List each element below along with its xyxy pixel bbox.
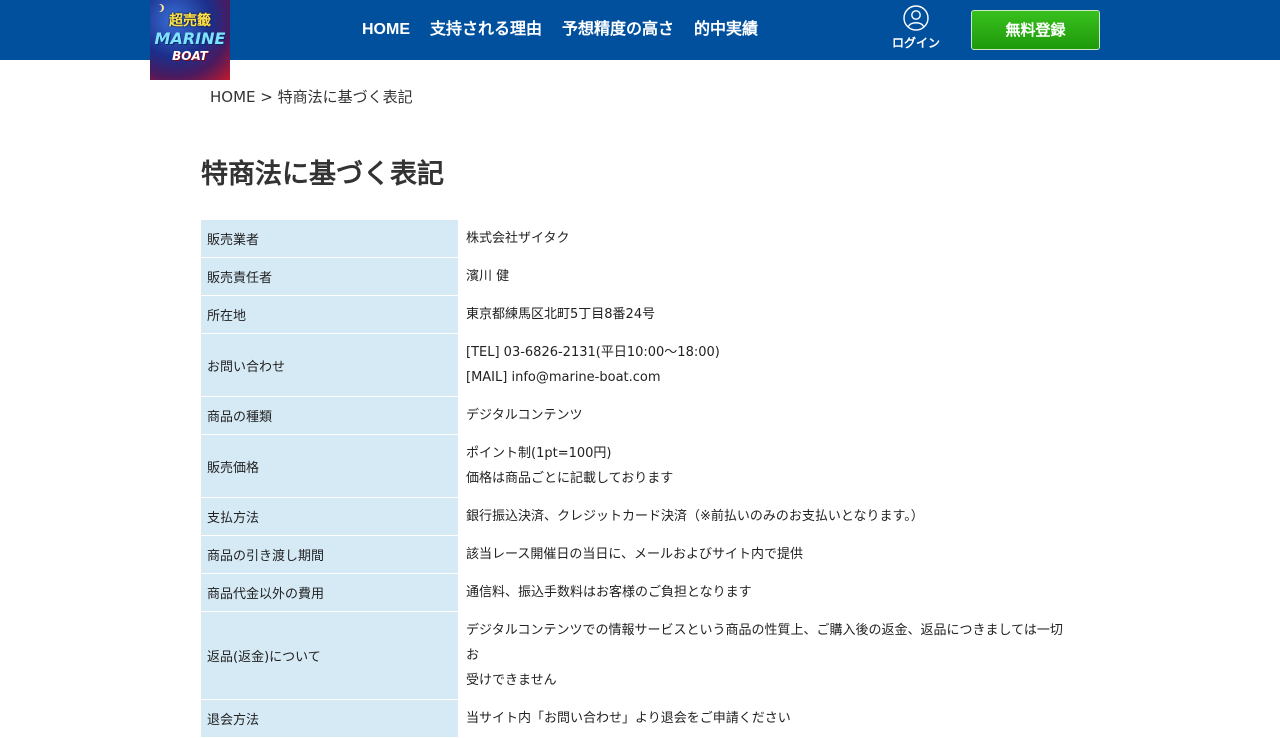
row-value: 濱川 健 bbox=[459, 257, 1078, 296]
row-value-line: [TEL] 03-6826-2131(平日10:00〜18:00) bbox=[466, 345, 720, 360]
row-value-line: 株式会社ザイタク bbox=[466, 231, 570, 246]
breadcrumb-separator: > bbox=[260, 88, 273, 106]
row-label: 所在地 bbox=[201, 295, 460, 334]
row-value-line: 価格は商品ごとに記載しております bbox=[466, 471, 674, 486]
row-label: 販売業者 bbox=[201, 220, 460, 258]
table-row: 販売責任者 濱川 健 bbox=[201, 257, 1078, 296]
row-value-line: 該当レース開催日の当日に、メールおよびサイト内で提供 bbox=[466, 547, 803, 562]
table-row: 販売価格 ポイント制(1pt=100円) 価格は商品ごとに記載しております bbox=[201, 434, 1078, 498]
row-value: 株式会社ザイタク bbox=[459, 220, 1078, 258]
row-value-line: デジタルコンテンツ bbox=[466, 408, 583, 423]
row-value: ポイント制(1pt=100円) 価格は商品ごとに記載しております bbox=[459, 434, 1078, 498]
row-label: お問い合わせ bbox=[201, 333, 460, 397]
nav-reasons[interactable]: 支持される理由 bbox=[420, 19, 552, 41]
row-value-line: 当サイト内「お問い合わせ」より退会をご申請ください bbox=[466, 711, 791, 726]
row-label: 販売責任者 bbox=[201, 257, 460, 296]
commerce-law-table: 販売業者 株式会社ザイタク 販売責任者 濱川 健所在地 東京都練馬区北町5丁目8番24号… bbox=[201, 220, 1078, 738]
row-value: 該当レース開催日の当日に、メールおよびサイト内で提供 bbox=[459, 535, 1078, 574]
table-row: 商品代金以外の費用 通信料、振込手数料はお客様のご負担となります bbox=[201, 573, 1078, 612]
row-value-line: [MAIL] info@marine-boat.com bbox=[466, 370, 661, 385]
site-header: 超売籤 MARINE BOAT HOME 支持される理由 予想精度の高さ 的中実… bbox=[0, 0, 1280, 80]
nav-home[interactable]: HOME bbox=[352, 19, 420, 41]
breadcrumb: HOME > 特商法に基づく表記 bbox=[210, 86, 413, 107]
row-value-line: 東京都練馬区北町5丁目8番24号 bbox=[466, 307, 656, 322]
row-value-line: ポイント制(1pt=100円) bbox=[466, 446, 612, 461]
page-title: 特商法に基づく表記 bbox=[201, 159, 444, 190]
row-label: 商品代金以外の費用 bbox=[201, 573, 460, 612]
table-row: 退会方法 当サイト内「お問い合わせ」より退会をご申請ください bbox=[201, 699, 1078, 738]
row-value: 東京都練馬区北町5丁目8番24号 bbox=[459, 295, 1078, 334]
table-row: 商品の引き渡し期間 該当レース開催日の当日に、メールおよびサイト内で提供 bbox=[201, 535, 1078, 574]
user-icon bbox=[903, 5, 929, 31]
table-row: 所在地 東京都練馬区北町5丁目8番24号 bbox=[201, 295, 1078, 334]
row-label: 支払方法 bbox=[201, 497, 460, 536]
row-value-line: 銀行振込決済、クレジットカード決済（※前払いのみのお支払いとなります。） bbox=[466, 509, 924, 524]
row-label: 商品の引き渡し期間 bbox=[201, 535, 460, 574]
site-logo[interactable]: 超売籤 MARINE BOAT bbox=[150, 0, 230, 80]
row-value: [TEL] 03-6826-2131(平日10:00〜18:00) [MAIL] … bbox=[459, 333, 1078, 397]
breadcrumb-current: 特商法に基づく表記 bbox=[277, 88, 413, 106]
table-row: 販売業者 株式会社ザイタク bbox=[201, 220, 1078, 258]
logo-sub-text: BOAT bbox=[172, 49, 208, 63]
row-value-line: 通信料、振込手数料はお客様のご負担となります bbox=[466, 585, 752, 600]
row-value: デジタルコンテンツでの情報サービスという商品の性質上、ご購入後の返金、返品につき… bbox=[459, 611, 1078, 700]
breadcrumb-home[interactable]: HOME bbox=[210, 88, 256, 106]
row-label: 退会方法 bbox=[201, 699, 460, 738]
login-label: ログイン bbox=[891, 36, 940, 50]
row-label: 返品(返金)について bbox=[201, 611, 460, 700]
main-nav: HOME 支持される理由 予想精度の高さ 的中実績 bbox=[352, 19, 768, 41]
nav-results[interactable]: 的中実績 bbox=[684, 19, 768, 41]
logo-main-text: MARINE bbox=[154, 29, 226, 48]
row-value: 銀行振込決済、クレジットカード決済（※前払いのみのお支払いとなります。） bbox=[459, 497, 1078, 536]
table-row: 返品(返金)について デジタルコンテンツでの情報サービスという商品の性質上、ご購入… bbox=[201, 611, 1078, 700]
row-value-line: 濱川 健 bbox=[466, 269, 510, 284]
row-value: デジタルコンテンツ bbox=[459, 396, 1078, 435]
register-button[interactable]: 無料登録 bbox=[971, 10, 1100, 50]
row-value: 当サイト内「お問い合わせ」より退会をご申請ください bbox=[459, 699, 1078, 738]
row-label: 販売価格 bbox=[201, 434, 460, 498]
row-value-line: デジタルコンテンツでの情報サービスという商品の性質上、ご購入後の返金、返品につき… bbox=[466, 623, 1063, 663]
nav-accuracy[interactable]: 予想精度の高さ bbox=[552, 19, 684, 41]
row-value-line: 受けできません bbox=[466, 673, 557, 688]
row-label: 商品の種類 bbox=[201, 396, 460, 435]
logo-top-text: 超売籤 bbox=[169, 13, 211, 29]
table-row: 商品の種類 デジタルコンテンツ bbox=[201, 396, 1078, 435]
table-row: 支払方法 銀行振込決済、クレジットカード決済（※前払いのみのお支払いとなります。） bbox=[201, 497, 1078, 536]
row-value: 通信料、振込手数料はお客様のご負担となります bbox=[459, 573, 1078, 612]
login-button[interactable]: ログイン bbox=[886, 5, 946, 51]
table-row: お問い合わせ [TEL] 03-6826-2131(平日10:00〜18:00)[… bbox=[201, 333, 1078, 397]
